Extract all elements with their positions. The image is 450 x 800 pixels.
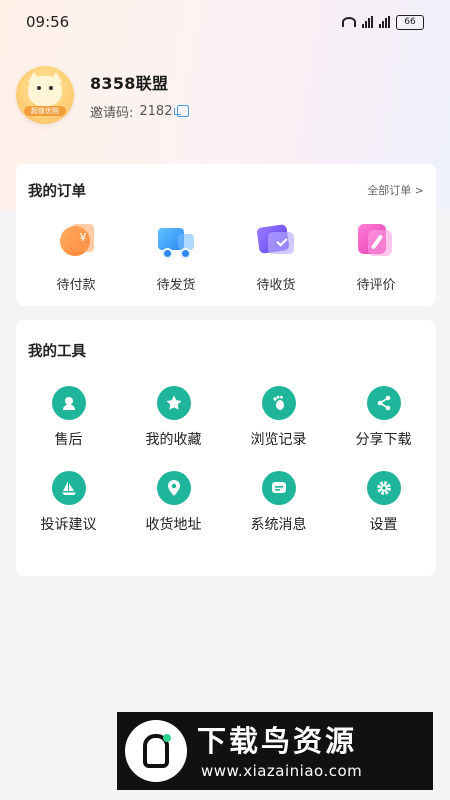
tool-address[interactable]: 收货地址 — [121, 471, 226, 534]
invite-code-row: 邀请码: 2182 — [90, 102, 190, 121]
status-icons: 66 — [342, 14, 424, 30]
edit-note-icon — [356, 220, 396, 260]
order-label: 待评价 — [356, 278, 396, 293]
message-icon — [261, 471, 296, 505]
tool-label: 分享下载 — [355, 432, 412, 448]
order-pending-shipment[interactable]: 待发货 — [126, 220, 226, 293]
tool-settings[interactable]: 设置 — [331, 471, 436, 534]
status-bar: 09:56 66 — [0, 0, 450, 44]
status-time: 09:56 — [26, 13, 70, 31]
share-icon — [366, 386, 401, 420]
orders-title: 我的订单 — [28, 184, 86, 200]
order-pending-payment[interactable]: ¥ 待付款 — [26, 220, 126, 293]
complaint-icon — [51, 471, 86, 505]
star-icon — [156, 386, 191, 420]
tool-after-sales[interactable]: 售后 — [16, 386, 121, 449]
footprint-icon — [261, 386, 296, 420]
avatar[interactable]: 超值优购 — [16, 66, 74, 124]
watermark-banner: 下载鸟资源 www.xiazainiao.com — [117, 712, 433, 790]
avatar-badge: 超值优购 — [24, 106, 66, 116]
tools-title: 我的工具 — [28, 344, 86, 360]
tool-history[interactable]: 浏览记录 — [226, 386, 331, 449]
invite-label: 邀请码: — [90, 105, 134, 121]
tool-label: 收货地址 — [145, 517, 202, 533]
profile-header[interactable]: 超值优购 8358联盟 邀请码: 2182 — [16, 66, 190, 124]
tool-label: 投诉建议 — [40, 517, 97, 533]
tool-messages[interactable]: 系统消息 — [226, 471, 331, 534]
order-label: 待付款 — [56, 278, 96, 293]
truck-icon — [156, 220, 196, 260]
all-orders-link[interactable]: 全部订单 > — [367, 182, 424, 198]
username: 8358联盟 — [90, 73, 169, 93]
tool-label: 售后 — [54, 432, 83, 448]
order-label: 待发货 — [156, 278, 196, 293]
order-pending-receipt[interactable]: 待收货 — [226, 220, 326, 293]
copy-icon[interactable] — [174, 105, 190, 117]
tool-complaints[interactable]: 投诉建议 — [16, 471, 121, 534]
tool-label: 系统消息 — [250, 517, 307, 533]
battery-level: 66 — [404, 17, 416, 27]
wallet-icon: ¥ — [56, 220, 96, 260]
watermark-url: www.xiazainiao.com — [201, 762, 363, 780]
orders-card: 我的订单 全部订单 > ¥ 待付款 待发货 待收货 待评价 — [16, 164, 436, 306]
order-label: 待收货 — [256, 278, 296, 293]
tool-label: 浏览记录 — [250, 432, 307, 448]
headset-icon — [51, 386, 86, 420]
tools-card: 我的工具 售后 我的收藏 浏览记录 分享下载 投诉建议 收货地址 系统消息 设置 — [16, 320, 436, 576]
wifi-icon — [342, 17, 356, 27]
gear-icon — [366, 471, 401, 505]
card-check-icon — [256, 220, 296, 260]
watermark-logo — [125, 720, 187, 782]
tool-favorites[interactable]: 我的收藏 — [121, 386, 226, 449]
order-pending-review[interactable]: 待评价 — [326, 220, 426, 293]
invite-code: 2182 — [139, 103, 173, 119]
battery-icon: 66 — [396, 14, 424, 30]
tool-share-download[interactable]: 分享下载 — [331, 386, 436, 449]
tool-label: 我的收藏 — [145, 432, 202, 448]
location-pin-icon — [156, 471, 191, 505]
signal-icon — [362, 16, 373, 28]
tool-label: 设置 — [369, 517, 398, 533]
watermark-title: 下载鸟资源 — [197, 724, 358, 758]
signal-icon-2 — [379, 16, 390, 28]
